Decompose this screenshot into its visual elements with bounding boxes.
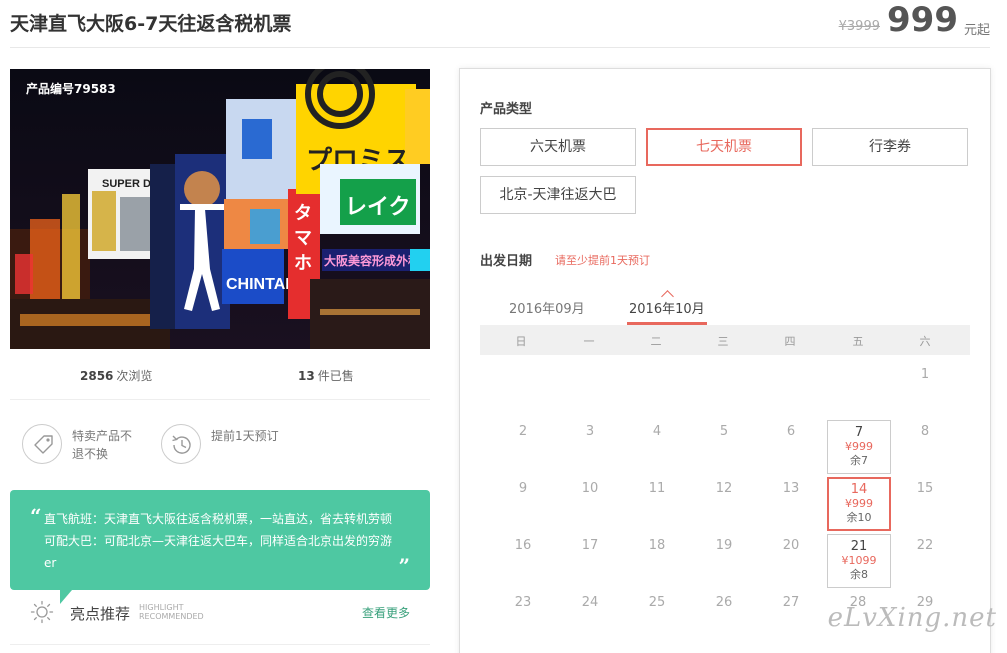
osaka-dotonbori-photo: SUPER DRY CHINTAI タ マ ホ プロミス レイク 大阪美容形成外… [10,69,430,349]
open-quote-icon: “ [30,504,42,528]
calendar-day: 5 [719,424,729,439]
calendar-day: 16 [514,538,532,553]
calendar-day: 17 [581,538,599,553]
option-beijing-tianjin-bus[interactable]: 北京-天津往返大巴 [480,176,636,214]
calendar-date-available[interactable]: 7 ¥999 余7 [827,420,891,474]
departure-date-label: 出发日期 [480,254,533,269]
product-stats: 2856 次浏览 13 件已售 [10,362,430,400]
view-count-label: 次浏览 [116,369,153,383]
calendar-date-selected[interactable]: 14 ¥999 余10 [827,477,891,531]
highlight-section-header: 亮点推荐 HIGHLIGHT RECOMMENDED 查看更多 [30,598,410,628]
sun-icon [30,600,54,624]
weekday-sun: 日 [515,335,527,348]
calendar-day: 18 [648,538,666,553]
calendar-day: 9 [518,481,528,496]
price-unit: 元起 [963,23,990,38]
highlight-subtitle-line2: RECOMMENDED [139,612,204,621]
svg-text:レイク: レイク [345,194,411,219]
product-image: 产品编号79583 SUPER DRY CHINTAI タ マ ホ プロミス レ… [10,69,430,349]
tab-month-sep[interactable]: 2016年09月 [509,298,585,323]
date-remaining: 余8 [850,568,868,581]
date-number: 14 [850,482,868,497]
date-number: 21 [850,539,868,554]
page-header: 天津直飞大阪6-7天往返含税机票 ¥3999 999 元起 [10,0,990,48]
calendar-day: 20 [782,538,800,553]
calendar-day: 25 [648,595,666,610]
booking-panel: 产品类型 六天机票 七天机票 行李券 北京-天津往返大巴 出发日期 请至少提前1… [459,68,991,653]
calendar-weekday-header: 日 一 二 三 四 五 六 [480,325,970,355]
date-price: ¥1099 [841,554,877,567]
summary-text: 直飞航班：天津直飞大阪往返含税机票，一站直达，省去转机劳顿 可配大巴：可配北京—… [44,508,404,574]
calendar-day: 4 [652,424,662,439]
option-luggage-voucher[interactable]: 行李券 [812,128,968,166]
calendar-day: 23 [514,595,532,610]
feature-advance-booking: 提前1天预订 [161,424,291,468]
site-watermark: eLvXing.net [827,603,997,633]
sold-count: 13 件已售 [298,367,354,384]
calendar-day: 2 [518,424,528,439]
summary-line-bus: 可配大巴：可配北京—天津往返大巴车，同样适合北京出发的穷游er [44,534,393,570]
calendar-day: 24 [581,595,599,610]
sold-count-label: 件已售 [317,369,354,383]
calendar-day: 12 [715,481,733,496]
history-clock-icon [161,424,201,464]
feature-no-refund: 特卖产品不退不换 [22,424,152,468]
tab-month-oct[interactable]: 2016年10月 [627,298,707,325]
highlight-subtitle: HIGHLIGHT RECOMMENDED [139,603,204,621]
highlight-title: 亮点推荐 [70,605,131,623]
weekday-wed: 三 [717,335,729,348]
feature-no-refund-text: 特卖产品不退不换 [72,429,133,461]
calendar-day: 26 [715,595,733,610]
calendar-day: 19 [715,538,733,553]
date-number: 7 [854,425,864,440]
product-type-label: 产品类型 [480,102,533,117]
svg-text:ホ: ホ [294,253,312,273]
svg-text:タ: タ [294,203,312,223]
summary-line-flight: 直飞航班：天津直飞大阪往返含税机票，一站直达，省去转机劳顿 [44,512,393,526]
date-price: ¥999 [845,497,873,510]
calendar-day: 22 [916,538,934,553]
current-price: 999 [887,0,958,40]
weekday-fri: 五 [852,335,864,348]
date-price: ¥999 [845,440,873,453]
calendar-day: 13 [782,481,800,496]
svg-text:CHINTAI: CHINTAI [226,276,290,293]
calendar-day: 10 [581,481,599,496]
tag-icon [22,424,62,464]
product-id: 产品编号79583 [26,82,116,96]
calendar-day: 27 [782,595,800,610]
view-count-number: 2856 [80,369,114,383]
close-quote-icon: ” [398,554,410,578]
feature-advance-booking-text: 提前1天预订 [211,429,279,443]
weekday-thu: 四 [784,335,796,348]
option-seven-day-ticket[interactable]: 七天机票 [646,128,802,166]
view-more-link[interactable]: 查看更多 [362,604,410,621]
calendar-day: 6 [786,424,796,439]
weekday-mon: 一 [583,335,595,348]
calendar-day: 3 [585,424,595,439]
option-six-day-ticket[interactable]: 六天机票 [480,128,636,166]
date-remaining: 余7 [850,454,868,467]
svg-text:マ: マ [294,228,312,248]
calendar-day: 15 [916,481,934,496]
product-summary-bubble: “ 直飞航班：天津直飞大阪往返含税机票，一站直达，省去转机劳顿 可配大巴：可配北… [10,490,430,604]
weekday-tue: 二 [650,335,662,348]
booking-hint: 请至少提前1天预订 [555,254,650,267]
calendar-day: 8 [920,424,930,439]
calendar-day: 11 [648,481,666,496]
svg-text:大阪美容形成外科: 大阪美容形成外科 [324,253,420,268]
product-title: 天津直飞大阪6-7天往返含税机票 [10,13,292,35]
weekday-sat: 六 [919,335,931,348]
date-remaining: 余10 [846,511,872,524]
calendar-day: 1 [920,367,930,382]
view-count: 2856 次浏览 [80,367,152,384]
divider [10,644,430,645]
calendar-date-available[interactable]: 21 ¥1099 余8 [827,534,891,588]
sold-count-number: 13 [298,369,315,383]
highlight-subtitle-line1: HIGHLIGHT [139,603,184,612]
original-price: ¥3999 [838,19,880,34]
